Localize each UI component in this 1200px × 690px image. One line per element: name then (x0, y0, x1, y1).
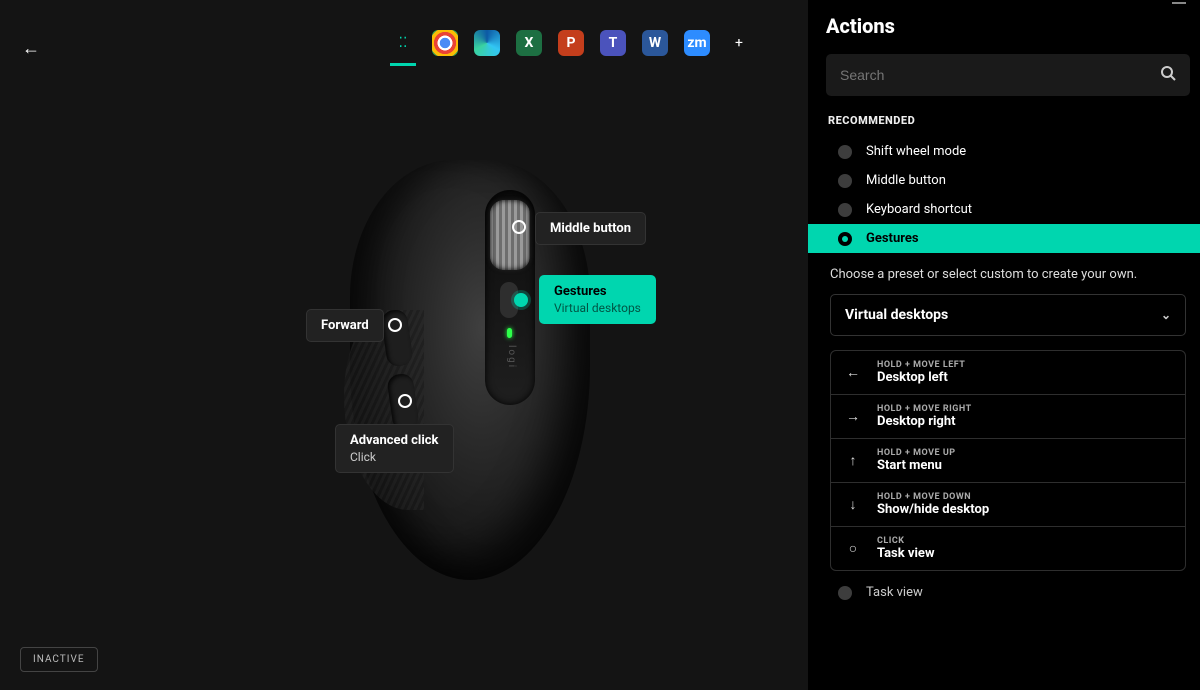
search-input[interactable] (840, 67, 1160, 83)
add-app-button[interactable]: + (726, 30, 752, 56)
arrow-down-icon: ↓ (845, 496, 861, 513)
brand-label: logi (505, 345, 517, 393)
gesture-trigger: HOLD + MOVE DOWN (877, 492, 989, 502)
gesture-trigger: HOLD + MOVE UP (877, 448, 956, 458)
radio-label: Gestures (866, 231, 919, 246)
recommended-heading: RECOMMENDED (828, 114, 1190, 127)
circle-icon: ○ (845, 540, 861, 557)
callout-title: Middle button (550, 221, 631, 236)
radio-icon (838, 174, 852, 188)
radio-label: Task view (866, 585, 923, 600)
gesture-row-down[interactable]: ↓ HOLD + MOVE DOWN Show/hide desktop (831, 483, 1185, 527)
callout-title: Forward (321, 318, 369, 333)
active-underline (390, 63, 416, 66)
window-minimize-icon[interactable] (1172, 2, 1186, 4)
app-excel-icon[interactable]: X (516, 30, 542, 56)
gesture-row-up[interactable]: ↑ HOLD + MOVE UP Start menu (831, 439, 1185, 483)
preset-hint-text: Choose a preset or select custom to crea… (830, 267, 1186, 282)
radio-icon (838, 586, 852, 600)
arrow-right-icon: → (845, 408, 861, 425)
status-badge[interactable]: INACTIVE (20, 647, 98, 672)
hotspot-middle-button[interactable] (512, 220, 526, 234)
recommended-shift-wheel-mode[interactable]: Shift wheel mode (826, 137, 1190, 166)
app-edge-icon[interactable] (474, 30, 500, 56)
arrow-left-icon: ← (845, 364, 861, 381)
app-teams-icon[interactable]: T (600, 30, 626, 56)
callout-title: Gestures (554, 284, 607, 299)
all-apps-icon[interactable]: ⁚⁚ (390, 30, 416, 56)
app-zoom-icon[interactable]: zm (684, 30, 710, 56)
callout-middle-button[interactable]: Middle button (535, 212, 646, 245)
search-icon[interactable] (1160, 65, 1176, 85)
radio-icon-selected (838, 232, 852, 246)
gesture-trigger: HOLD + MOVE LEFT (877, 360, 965, 370)
hotspot-forward-button[interactable] (388, 318, 402, 332)
radio-label: Keyboard shortcut (866, 202, 972, 217)
gesture-action: Desktop right (877, 414, 972, 429)
callout-forward-button[interactable]: Forward (306, 309, 384, 342)
recommended-middle-button[interactable]: Middle button (826, 166, 1190, 195)
radio-icon (838, 145, 852, 159)
hotspot-gesture-button[interactable] (514, 293, 528, 307)
recommended-task-view[interactable]: Task view (826, 571, 1190, 600)
app-chrome-icon[interactable] (432, 30, 458, 56)
search-box[interactable] (826, 54, 1190, 96)
radio-label: Middle button (866, 173, 946, 188)
gesture-action: Start menu (877, 458, 956, 473)
radio-label: Shift wheel mode (866, 144, 966, 159)
app-powerpoint-icon[interactable]: P (558, 30, 584, 56)
recommended-list: Shift wheel mode Middle button Keyboard … (826, 137, 1190, 253)
radio-icon (838, 203, 852, 217)
preset-dropdown[interactable]: Virtual desktops ⌄ (830, 294, 1186, 336)
gesture-row-right[interactable]: → HOLD + MOVE RIGHT Desktop right (831, 395, 1185, 439)
app-profile-bar: ⁚⁚ X P T W zm + (390, 30, 752, 56)
scroll-wheel (490, 200, 530, 270)
callout-gesture-button[interactable]: Gestures Virtual desktops (539, 275, 656, 324)
callout-subtitle: Virtual desktops (554, 301, 641, 315)
main-area: ← ⁚⁚ X P T W zm + logi Middle button Ges… (0, 0, 808, 690)
gesture-trigger: CLICK (877, 536, 935, 546)
status-led (507, 328, 512, 338)
app-word-icon[interactable]: W (642, 30, 668, 56)
hotspot-advanced-click[interactable] (398, 394, 412, 408)
callout-subtitle: Click (350, 450, 439, 464)
back-button[interactable]: ← (22, 38, 40, 59)
recommended-keyboard-shortcut[interactable]: Keyboard shortcut (826, 195, 1190, 224)
recommended-gestures[interactable]: Gestures (808, 224, 1200, 253)
panel-title: Actions (826, 14, 1190, 38)
actions-panel: Actions RECOMMENDED Shift wheel mode Mid… (808, 0, 1200, 690)
chevron-down-icon: ⌄ (1161, 308, 1171, 322)
gesture-row-left[interactable]: ← HOLD + MOVE LEFT Desktop left (831, 351, 1185, 395)
callout-title: Advanced click (350, 433, 439, 448)
gesture-action: Task view (877, 546, 935, 561)
callout-advanced-click[interactable]: Advanced click Click (335, 424, 454, 473)
gesture-row-click[interactable]: ○ CLICK Task view (831, 527, 1185, 570)
gesture-trigger: HOLD + MOVE RIGHT (877, 404, 972, 414)
arrow-up-icon: ↑ (845, 452, 861, 469)
gesture-action: Show/hide desktop (877, 502, 989, 517)
preset-value: Virtual desktops (845, 307, 948, 323)
gesture-action: Desktop left (877, 370, 965, 385)
gesture-mapping-table: ← HOLD + MOVE LEFT Desktop left → HOLD +… (830, 350, 1186, 571)
